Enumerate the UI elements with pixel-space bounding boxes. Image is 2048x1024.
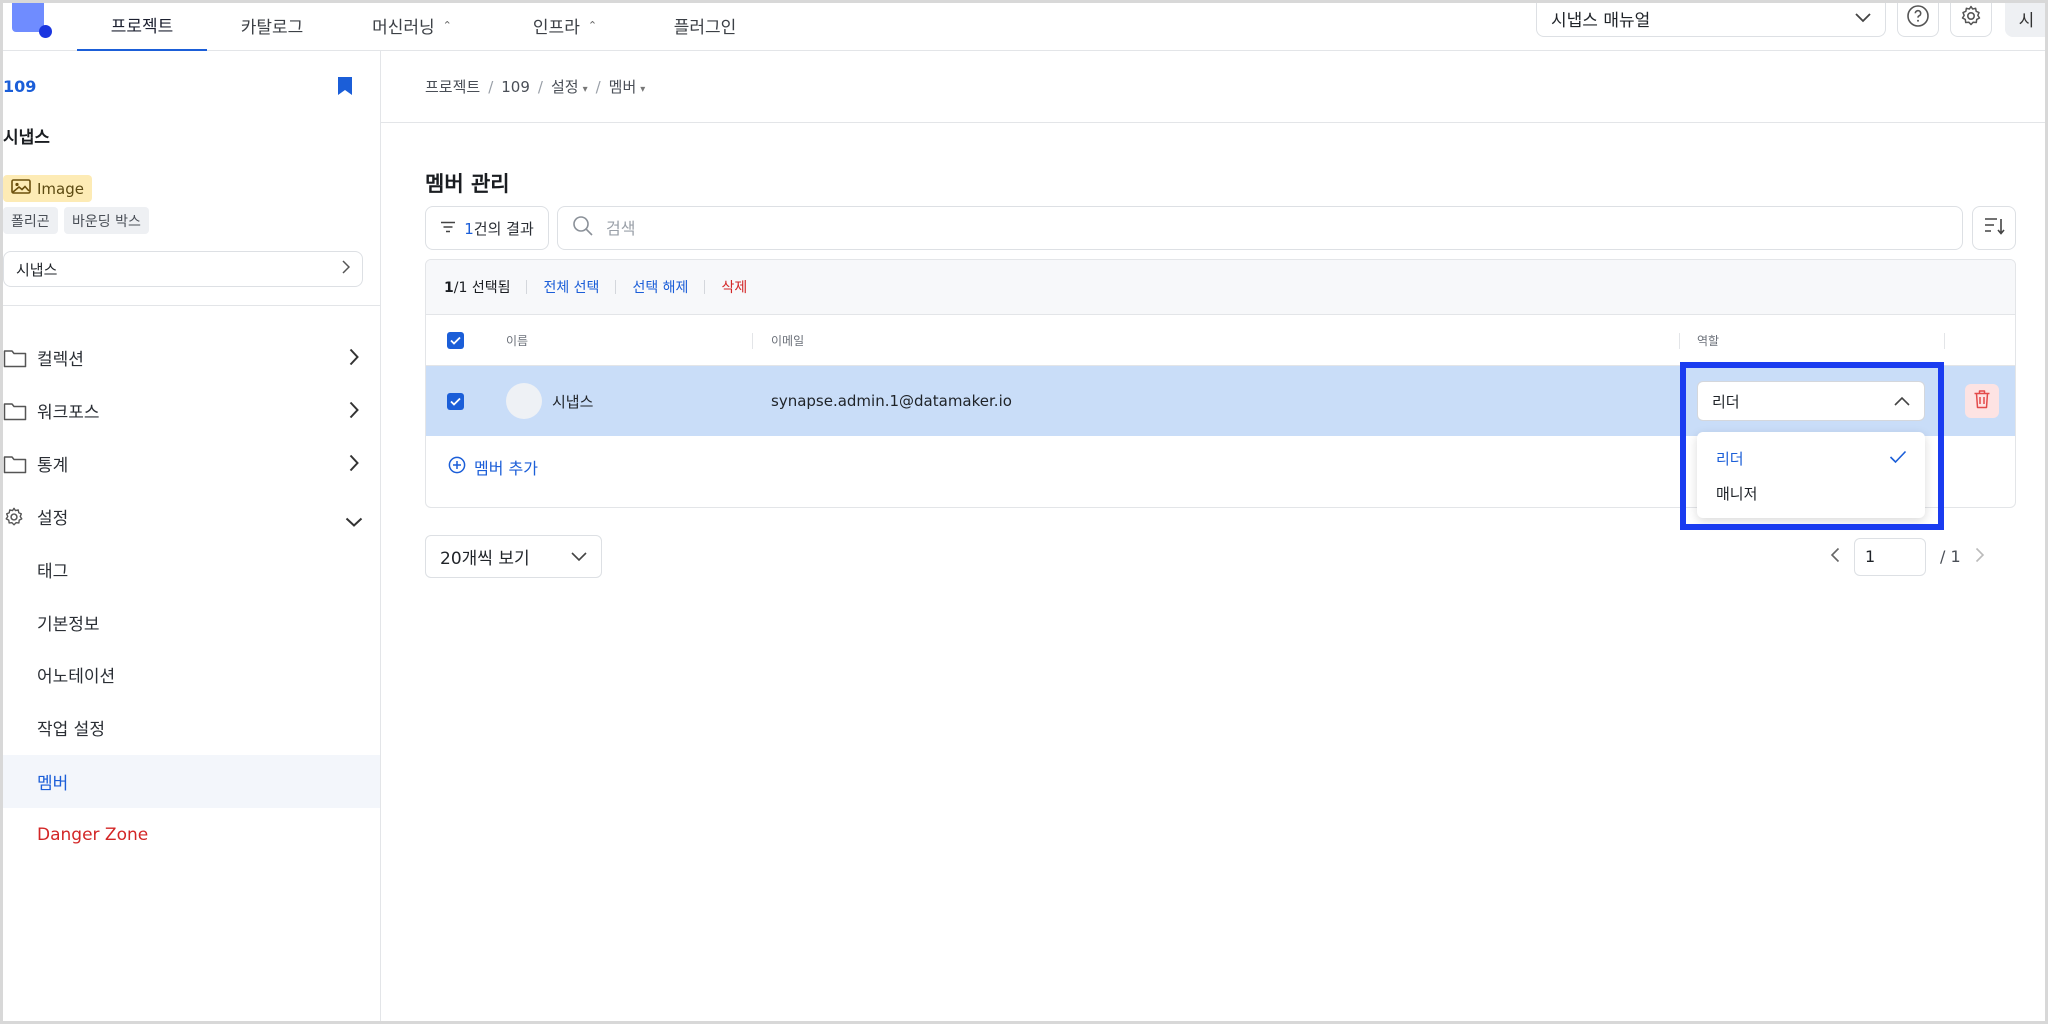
settings-item-tags[interactable]: 태그 bbox=[0, 543, 380, 596]
chevron-down-icon bbox=[571, 547, 587, 567]
checkbox-checked-icon bbox=[447, 332, 464, 349]
user-avatar[interactable]: 시 bbox=[2005, 0, 2048, 37]
folder-icon bbox=[3, 454, 29, 474]
selection-count: 1/1 선택됨 bbox=[444, 280, 511, 296]
header-divider bbox=[381, 122, 2048, 123]
app-logo[interactable] bbox=[12, 0, 52, 38]
role-option-leader[interactable]: 리더 bbox=[1697, 441, 1925, 475]
chevron-right-icon bbox=[349, 454, 359, 477]
nav-tab-plugins[interactable]: 플러그인 bbox=[655, 0, 755, 51]
search-field[interactable] bbox=[557, 206, 1963, 250]
trash-icon bbox=[1973, 389, 1991, 413]
chevron-down-icon: ▾ bbox=[640, 84, 646, 95]
member-email-cell: synapse.admin.1@datamaker.io bbox=[771, 392, 1012, 410]
column-header-role[interactable]: 역할 bbox=[1697, 315, 1719, 366]
tag-chip: 폴리곤 bbox=[3, 207, 58, 234]
sort-button[interactable] bbox=[1972, 206, 2016, 250]
folder-icon bbox=[3, 348, 29, 368]
settings-item-task-settings[interactable]: 작업 설정 bbox=[0, 701, 380, 754]
filter-icon bbox=[440, 219, 456, 237]
chevron-right-icon bbox=[349, 348, 359, 371]
chevron-right-icon bbox=[342, 260, 351, 278]
breadcrumb-projects[interactable]: 프로젝트 bbox=[425, 76, 480, 97]
folder-icon bbox=[3, 401, 29, 421]
sidebar: 109 시냅스 Image 폴리곤 바운딩 박스 시냅스 컬렉션 워크포스 통계… bbox=[0, 51, 381, 1024]
tag-chip: 바운딩 박스 bbox=[64, 207, 149, 234]
image-icon bbox=[11, 179, 31, 198]
breadcrumb: 프로젝트 / 109 / 설정 ▾ / 멤버 ▾ bbox=[425, 76, 646, 97]
role-option-manager[interactable]: 매니저 bbox=[1697, 476, 1925, 510]
help-button[interactable] bbox=[1897, 0, 1939, 37]
breadcrumb-members[interactable]: 멤버 ▾ bbox=[609, 76, 646, 97]
filter-button[interactable]: 1건의 결과 bbox=[425, 206, 549, 250]
role-dropdown-menu: 리더 매니저 bbox=[1697, 432, 1925, 518]
add-member-button[interactable]: 멤버 추가 bbox=[448, 455, 538, 479]
check-icon bbox=[1889, 450, 1907, 468]
gear-icon bbox=[1959, 4, 1983, 32]
prev-page-button[interactable] bbox=[1830, 547, 1840, 567]
total-pages: / 1 bbox=[1940, 547, 1961, 566]
settings-item-danger-zone[interactable]: Danger Zone bbox=[0, 808, 380, 861]
role-select[interactable]: 리더 bbox=[1697, 381, 1925, 421]
pagination: 1 / 1 bbox=[1830, 535, 1985, 578]
select-all-checkbox[interactable] bbox=[447, 315, 464, 366]
chevron-down-icon bbox=[345, 512, 363, 532]
select-all-button[interactable]: 전체 선택 bbox=[543, 277, 599, 297]
chevron-right-icon bbox=[349, 401, 359, 424]
project-id: 109 bbox=[3, 77, 37, 96]
next-page-button[interactable] bbox=[1975, 547, 1985, 567]
sidebar-item-workforce[interactable]: 워크포스 bbox=[0, 384, 381, 437]
deselect-button[interactable]: 선택 해제 bbox=[632, 277, 688, 297]
settings-button[interactable] bbox=[1950, 0, 1992, 37]
search-icon bbox=[572, 215, 594, 241]
sort-icon bbox=[1983, 216, 2005, 240]
project-select[interactable]: 시냅스 bbox=[3, 251, 363, 287]
page-size-select[interactable]: 20개씩 보기 bbox=[425, 535, 602, 578]
sidebar-item-settings[interactable]: 설정 bbox=[0, 490, 381, 543]
nav-tab-machine-learning[interactable]: 머신러닝 ⌃ bbox=[362, 0, 462, 51]
settings-item-basic-info[interactable]: 기본정보 bbox=[0, 596, 380, 649]
nav-tab-infra[interactable]: 인프라 ⌃ bbox=[520, 0, 610, 51]
member-name-cell: 시냅스 bbox=[506, 366, 593, 436]
nav-tab-projects[interactable]: 프로젝트 bbox=[77, 0, 207, 51]
column-header-email[interactable]: 이메일 bbox=[771, 315, 804, 366]
chevron-up-icon bbox=[1894, 392, 1910, 410]
project-name: 시냅스 bbox=[3, 128, 50, 148]
sidebar-divider bbox=[0, 305, 381, 306]
bookmark-icon[interactable] bbox=[336, 76, 354, 100]
plus-circle-icon bbox=[448, 456, 466, 478]
checkbox-checked-icon bbox=[447, 392, 464, 410]
manual-select[interactable]: 시냅스 매뉴얼 bbox=[1536, 0, 1886, 37]
nav-tab-catalog[interactable]: 카탈로그 bbox=[222, 0, 322, 51]
settings-item-annotation[interactable]: 어노테이션 bbox=[0, 648, 380, 701]
updown-icon: ⌃ bbox=[587, 19, 598, 32]
delete-member-button[interactable] bbox=[1965, 384, 1999, 418]
top-navigation: 프로젝트 카탈로그 머신러닝 ⌃ 인프라 ⌃ 플러그인 시냅스 매뉴얼 시 bbox=[0, 0, 2048, 51]
updown-icon: ⌃ bbox=[442, 19, 452, 32]
column-header-name[interactable]: 이름 bbox=[506, 315, 528, 366]
row-checkbox[interactable] bbox=[447, 366, 464, 436]
settings-item-members[interactable]: 멤버 bbox=[0, 755, 380, 808]
selection-bar: 1/1 선택됨 전체 선택 선택 해제 삭제 bbox=[426, 260, 2015, 315]
help-icon bbox=[1906, 4, 1930, 32]
breadcrumb-settings[interactable]: 설정 ▾ bbox=[551, 76, 588, 97]
delete-selected-button[interactable]: 삭제 bbox=[721, 277, 747, 297]
avatar bbox=[506, 383, 542, 419]
page-title: 멤버 관리 bbox=[425, 172, 510, 196]
page-number-input[interactable]: 1 bbox=[1854, 537, 1926, 576]
sidebar-item-collections[interactable]: 컬렉션 bbox=[0, 331, 381, 384]
table-header: 이름 이메일 역할 bbox=[426, 315, 2015, 366]
breadcrumb-project-id[interactable]: 109 bbox=[501, 78, 530, 96]
search-input[interactable] bbox=[606, 218, 1906, 238]
chevron-down-icon bbox=[1855, 8, 1871, 28]
project-type-badge: Image bbox=[3, 175, 92, 202]
sidebar-item-statistics[interactable]: 통계 bbox=[0, 437, 381, 490]
chevron-down-icon: ▾ bbox=[582, 84, 588, 95]
gear-icon bbox=[3, 506, 29, 528]
